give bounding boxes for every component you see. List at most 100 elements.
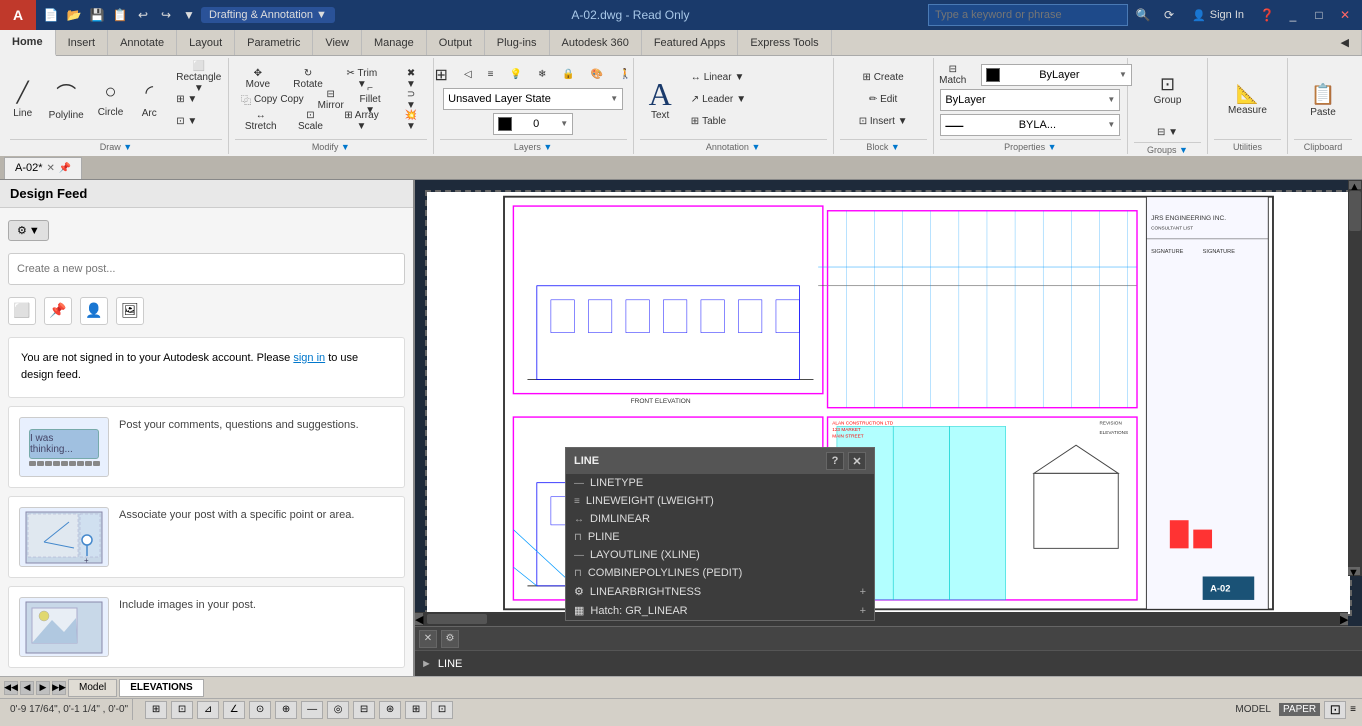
tab-layout[interactable]: Layout (177, 30, 235, 55)
snap-mode-button[interactable]: ⊞ (145, 701, 167, 719)
cmd-settings-button[interactable]: ⚙ (441, 630, 459, 648)
ac-item-hatch-grlinear[interactable]: ▦ Hatch: GR_LINEAR + (566, 601, 874, 620)
ac-item-layoutline[interactable]: — LAYOUTLINE (XLINE) (566, 546, 874, 564)
create-block-button[interactable]: ⊞ Create (857, 68, 910, 88)
dynamic-input-button[interactable]: ⊡ (431, 701, 453, 719)
cmd-close-button[interactable]: ✕ (419, 630, 437, 648)
scroll-right-btn[interactable]: ▶ (1340, 613, 1348, 625)
ac-item-dimlinear[interactable]: ↔ DIMLINEAR (566, 510, 874, 528)
ungroup-button[interactable]: ⊟ ▼ (1151, 122, 1184, 142)
polar-button[interactable]: ∠ (223, 701, 245, 719)
move-button[interactable]: ✥ Move (235, 69, 281, 89)
layer-state-dropdown[interactable]: Unsaved Layer State ▼ (443, 88, 623, 110)
linear-dim-button[interactable]: ↔ Linear ▼ (685, 68, 752, 88)
selection-cycling-button[interactable]: ⊟ (353, 701, 375, 719)
ac-item-pline[interactable]: ⊓ PLINE (566, 528, 874, 546)
signin-link[interactable]: sign in (293, 352, 325, 364)
draw-dropdown-arrow[interactable]: ▼ (123, 142, 132, 152)
block-dropdown-arrow[interactable]: ▼ (891, 142, 900, 152)
maximize-button[interactable]: □ (1308, 4, 1330, 26)
hatch-button[interactable]: ⊞ ▼ (170, 90, 227, 110)
layer-lock-button[interactable]: 🔒 (556, 65, 580, 85)
tab-first-button[interactable]: ◀◀ (4, 681, 18, 695)
tab-home[interactable]: Home (0, 30, 56, 56)
fillet-button[interactable]: ⌐ Fillet ▼ (352, 90, 389, 110)
offset-button[interactable]: ⊃ ▼ (395, 90, 426, 110)
ac-item-lineweight[interactable]: ≡ LINEWEIGHT (LWEIGHT) (566, 492, 874, 510)
save-button[interactable]: 💾 (86, 4, 108, 26)
linetype-dropdown[interactable]: ByLayer ▼ (940, 89, 1120, 111)
rotate-button[interactable]: ↻ Rotate (283, 69, 334, 89)
line-button[interactable]: ╱ Line (5, 70, 41, 130)
mirror-button[interactable]: ⊟ Mirror (312, 90, 350, 110)
transparency-button[interactable]: ◎ (327, 701, 349, 719)
doc-tab-close-button[interactable]: ✕ (47, 163, 55, 174)
customize-status-button[interactable]: ≡ (1350, 704, 1356, 715)
qa-dropdown-button[interactable]: ▼ (178, 4, 200, 26)
command-input[interactable] (438, 658, 1356, 670)
tab-insert[interactable]: Insert (56, 30, 109, 55)
selection-icon-button[interactable]: ⬜ (8, 297, 36, 325)
new-button[interactable]: 📄 (40, 4, 62, 26)
lineweight-dropdown[interactable]: — BYLA... ▼ (940, 114, 1120, 136)
tab-a360[interactable]: Autodesk 360 (550, 30, 642, 55)
scroll-thumb-h[interactable] (427, 614, 487, 624)
exchange-button[interactable]: ⟳ (1158, 4, 1180, 26)
explode-button[interactable]: 💥 ▼ (395, 111, 426, 131)
autocomplete-close-button[interactable]: ✕ (848, 452, 866, 470)
viewport-scrollbar-h[interactable]: ◀ ▶ (415, 612, 1348, 626)
scroll-up-btn[interactable]: ▲ (1349, 181, 1361, 189)
search-button[interactable]: 🔍 (1132, 4, 1154, 26)
layer-match-button[interactable]: ≡ (482, 65, 500, 85)
stretch-button[interactable]: ↔ Stretch (235, 111, 286, 131)
layout-tab-elevations[interactable]: ELEVATIONS (119, 679, 203, 697)
edit-block-button[interactable]: ✏ Edit (863, 90, 903, 110)
layer-button[interactable]: ⊞ (429, 65, 454, 85)
table-button[interactable]: ⊞ Table (685, 112, 752, 132)
feed-settings-button[interactable]: ⚙ ▼ (8, 220, 49, 241)
otrack-button[interactable]: ⊕ (275, 701, 297, 719)
tab-annotate[interactable]: Annotate (108, 30, 177, 55)
maximize-vp-button[interactable]: ⊡ (1324, 701, 1346, 719)
match-prop-button[interactable]: ⊟ Match (929, 65, 977, 85)
layer-color-button[interactable]: 🎨 (585, 65, 609, 85)
undo-button[interactable]: ↩ (132, 4, 154, 26)
close-button[interactable]: ✕ (1334, 4, 1356, 26)
groups-dropdown-arrow[interactable]: ▼ (1179, 145, 1188, 155)
tab-featured[interactable]: Featured Apps (642, 30, 739, 55)
grid-button[interactable]: ⊡ (171, 701, 193, 719)
erase-button[interactable]: ✖ ▼ (395, 69, 426, 89)
layer-freeze-button[interactable]: ❄ (532, 65, 552, 85)
arc-button[interactable]: ◜ Arc (131, 70, 167, 130)
tab-next-button[interactable]: ▶ (36, 681, 50, 695)
draw-dropdown-button[interactable]: ⊡ ▼ (170, 112, 227, 132)
open-button[interactable]: 📂 (63, 4, 85, 26)
tab-parametric[interactable]: Parametric (235, 30, 313, 55)
measure-button[interactable]: 📐 Measure (1222, 70, 1273, 130)
color-dropdown[interactable]: 0 ▼ (493, 113, 573, 135)
text-button[interactable]: A Text (640, 66, 681, 134)
drawing-area[interactable]: JRS ENGINEERING INC. CONSULTANT LIST SIG… (415, 180, 1362, 626)
ac-item-linetype[interactable]: — LINETYPE (566, 474, 874, 492)
ac-item-linearbrightness[interactable]: ⚙ LINEARBRIGHTNESS + (566, 582, 874, 601)
properties-dropdown-arrow[interactable]: ▼ (1048, 142, 1057, 152)
rectangle-button[interactable]: ⬜ Rectangle ▼ (170, 68, 227, 88)
polyline-button[interactable]: ⌒ Polyline (43, 70, 90, 130)
scroll-thumb-v[interactable] (1349, 191, 1361, 231)
image-icon-button[interactable]: 🖼 (116, 297, 144, 325)
leader-button[interactable]: ↗ Leader ▼ (685, 90, 752, 110)
save-as-button[interactable]: 📋 (109, 4, 131, 26)
array-button[interactable]: ⊞ Array ▼ (335, 111, 389, 131)
tab-manage[interactable]: Manage (362, 30, 427, 55)
copy-button[interactable]: ⿻ CopyCopy (235, 90, 310, 110)
workspace-selector[interactable]: Drafting & Annotation ▼ (201, 7, 335, 23)
group-button[interactable]: ⊡ Group (1143, 60, 1193, 120)
tab-view[interactable]: View (313, 30, 362, 55)
search-input[interactable] (928, 4, 1128, 26)
tab-collapse[interactable]: ◀ (1329, 30, 1362, 55)
layers-dropdown-arrow[interactable]: ▼ (543, 142, 552, 152)
tab-last-button[interactable]: ▶▶ (52, 681, 66, 695)
autocomplete-help-button[interactable]: ? (826, 452, 844, 470)
doc-tab-a02[interactable]: A-02* ✕ 📌 (4, 157, 82, 179)
color-bylayer-dropdown[interactable]: ByLayer ▼ (981, 64, 1132, 86)
